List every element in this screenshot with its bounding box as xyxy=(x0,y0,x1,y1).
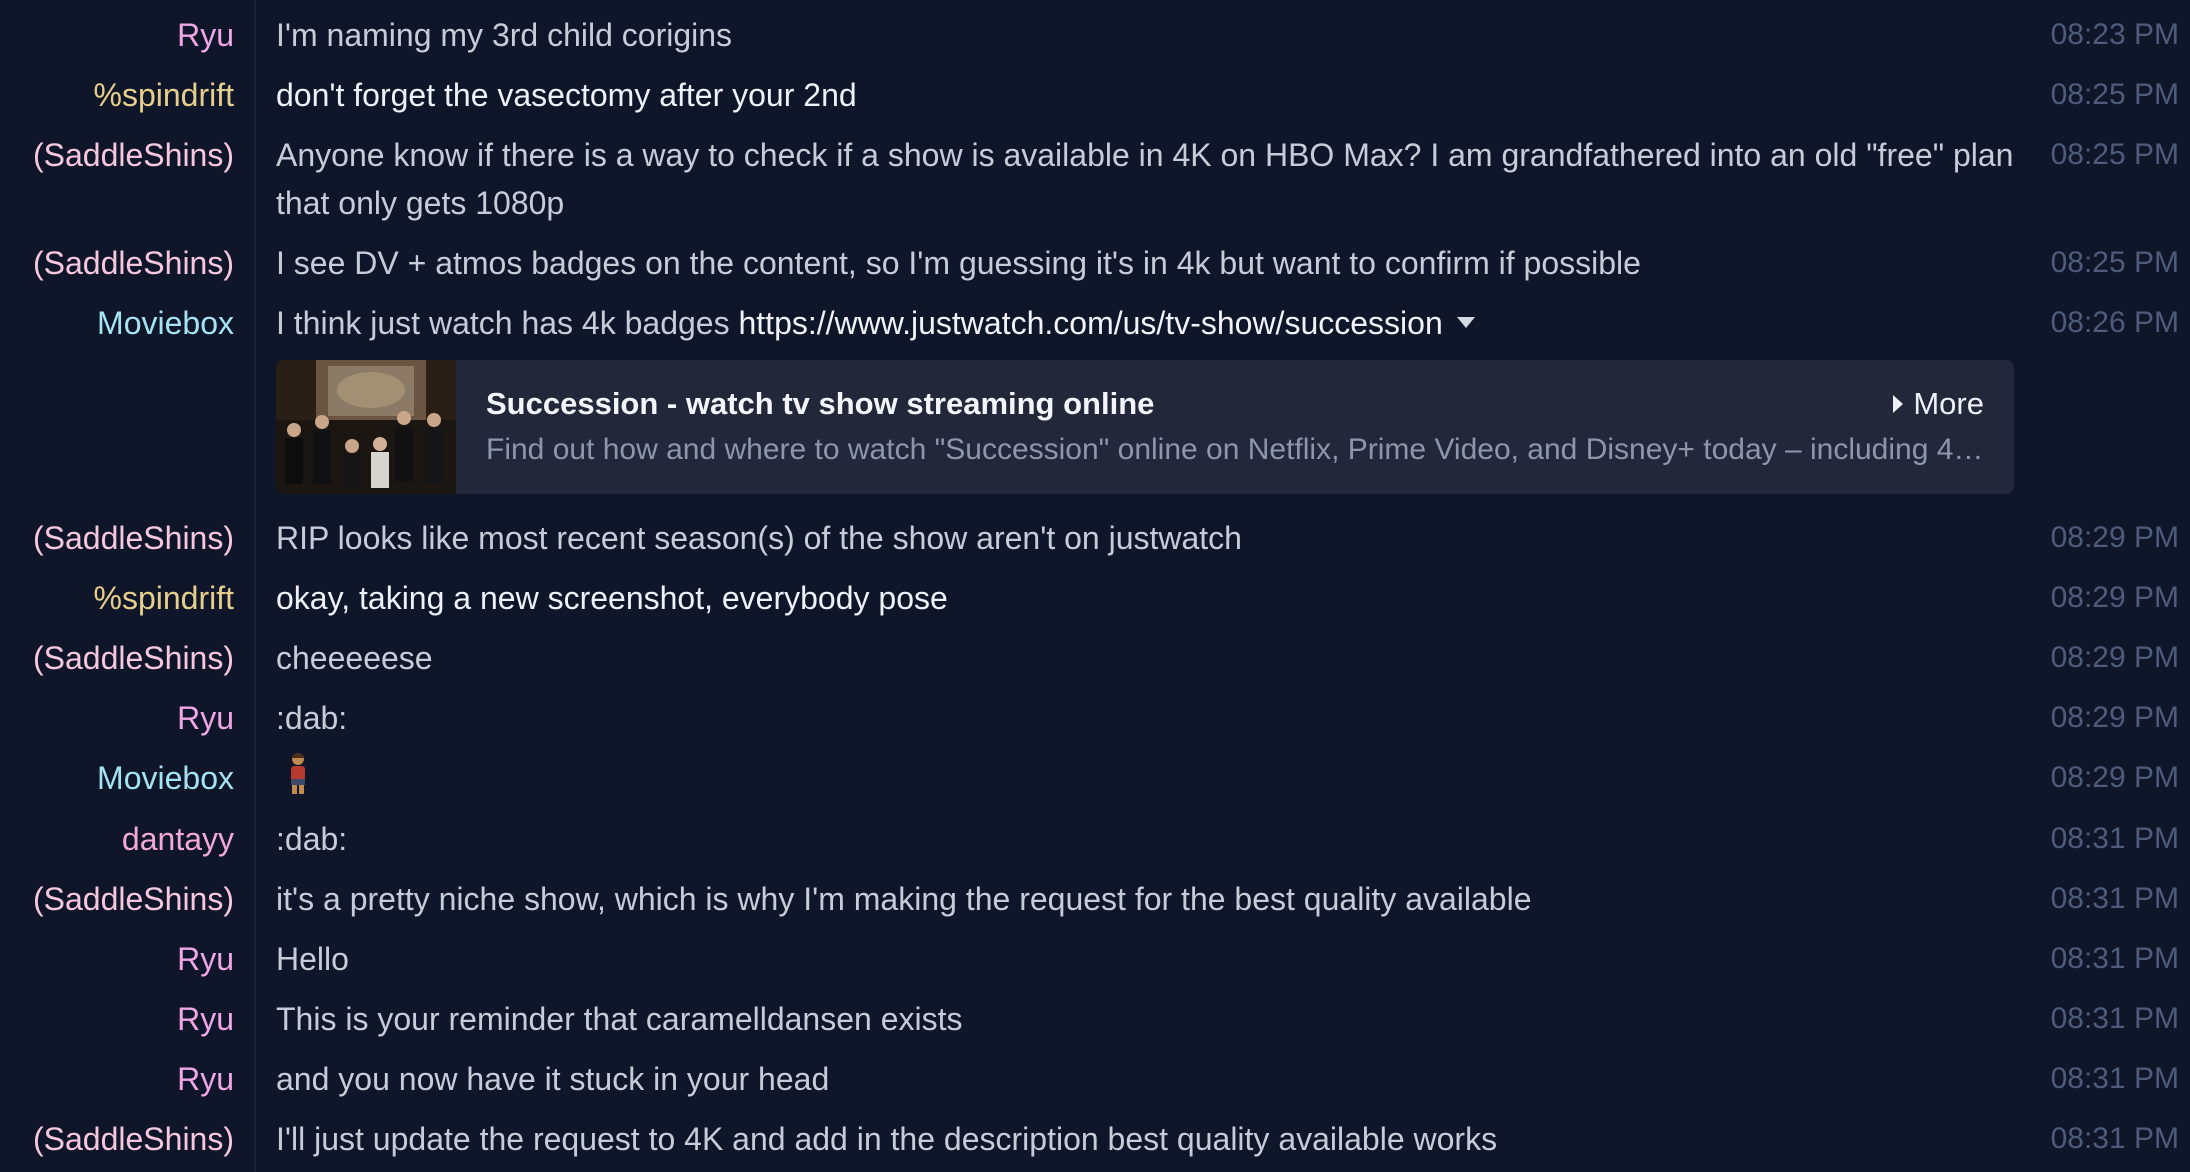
nick-column-divider xyxy=(254,0,256,1172)
message-text-container: I think just watch has 4k badges https:/… xyxy=(276,299,2016,347)
message-nick[interactable]: Moviebox xyxy=(97,754,234,802)
message-text: I see DV + atmos badges on the content, … xyxy=(276,245,1641,281)
succession-cast-thumbnail[interactable] xyxy=(276,360,456,494)
chevron-right-icon xyxy=(1893,394,1904,413)
message-nick[interactable]: Ryu xyxy=(177,11,234,59)
message-text-container xyxy=(276,752,2016,811)
message-time: 08:26 PM xyxy=(2050,306,2179,339)
message-text: I think just watch has 4k badges xyxy=(276,305,730,341)
message-link[interactable]: https://www.justwatch.com/us/tv-show/suc… xyxy=(738,305,1442,341)
message-nick[interactable]: %spindrift xyxy=(94,71,235,119)
message-text: I'm naming my 3rd child corigins xyxy=(276,17,733,53)
message-time: 08:25 PM xyxy=(2050,138,2179,171)
message-text: RIP looks like most recent season(s) of … xyxy=(276,520,1242,556)
message-text: Anyone know if there is a way to check i… xyxy=(276,137,2014,221)
message-time: 08:31 PM xyxy=(2050,822,2179,855)
message-nick[interactable]: (SaddleShins) xyxy=(33,514,234,562)
message-time: 08:25 PM xyxy=(2050,78,2179,111)
message-time: 08:31 PM xyxy=(2050,1122,2179,1155)
message-nick[interactable]: (SaddleShins) xyxy=(33,875,234,923)
message-nick[interactable]: %spindrift xyxy=(94,574,235,622)
message-nick[interactable]: (SaddleShins) xyxy=(33,239,234,287)
link-preview-card[interactable]: Succession - watch tv show streaming onl… xyxy=(276,360,2014,494)
preview-more-label: More xyxy=(1913,386,1984,421)
preview-more-button[interactable]: More xyxy=(1893,384,1984,424)
message-time: 08:29 PM xyxy=(2050,581,2179,614)
person-standing-emoji-icon xyxy=(286,752,310,809)
message-time: 08:31 PM xyxy=(2050,1062,2179,1095)
message-text: :dab: xyxy=(276,821,348,857)
chevron-down-icon[interactable] xyxy=(1456,317,1475,329)
message-time: 08:25 PM xyxy=(2050,246,2179,279)
message-nick[interactable]: (SaddleShins) xyxy=(33,634,234,682)
message-text: and you now have it stuck in your head xyxy=(276,1061,830,1097)
message-nick[interactable]: Ryu xyxy=(177,1055,234,1103)
message-time: 08:29 PM xyxy=(2050,701,2179,734)
message-time: 08:31 PM xyxy=(2050,942,2179,975)
message-text: don't forget the vasectomy after your 2n… xyxy=(276,77,857,113)
message-text: cheeeeese xyxy=(276,640,433,676)
message-text: :dab: xyxy=(276,700,348,736)
message-text: it's a pretty niche show, which is why I… xyxy=(276,881,1532,917)
message-nick[interactable]: Ryu xyxy=(177,935,234,983)
message-nick[interactable]: Ryu xyxy=(177,995,234,1043)
message-nick[interactable]: (SaddleShins) xyxy=(33,1115,234,1163)
message-nick[interactable]: (SaddleShins) xyxy=(33,131,234,179)
chat-log: Ryu I'm naming my 3rd child corigins 08:… xyxy=(0,0,2190,1172)
message-text: I'll just update the request to 4K and a… xyxy=(276,1121,1498,1157)
message-time: 08:29 PM xyxy=(2050,521,2179,554)
preview-title[interactable]: Succession - watch tv show streaming onl… xyxy=(486,384,1154,424)
message-nick[interactable]: Moviebox xyxy=(97,299,234,347)
message-text: Hello xyxy=(276,941,349,977)
message-text: This is your reminder that caramelldanse… xyxy=(276,1001,963,1037)
message-time: 08:23 PM xyxy=(2050,18,2179,51)
message-nick[interactable]: Ryu xyxy=(177,694,234,742)
message-time: 08:31 PM xyxy=(2050,1002,2179,1035)
preview-description: Find out how and where to watch "Success… xyxy=(486,433,1986,466)
message-time: 08:29 PM xyxy=(2050,641,2179,674)
message-time: 08:31 PM xyxy=(2050,882,2179,915)
message-nick[interactable]: dantayy xyxy=(122,815,234,863)
message-time: 08:29 PM xyxy=(2050,761,2179,794)
message-text: okay, taking a new screenshot, everybody… xyxy=(276,580,948,616)
